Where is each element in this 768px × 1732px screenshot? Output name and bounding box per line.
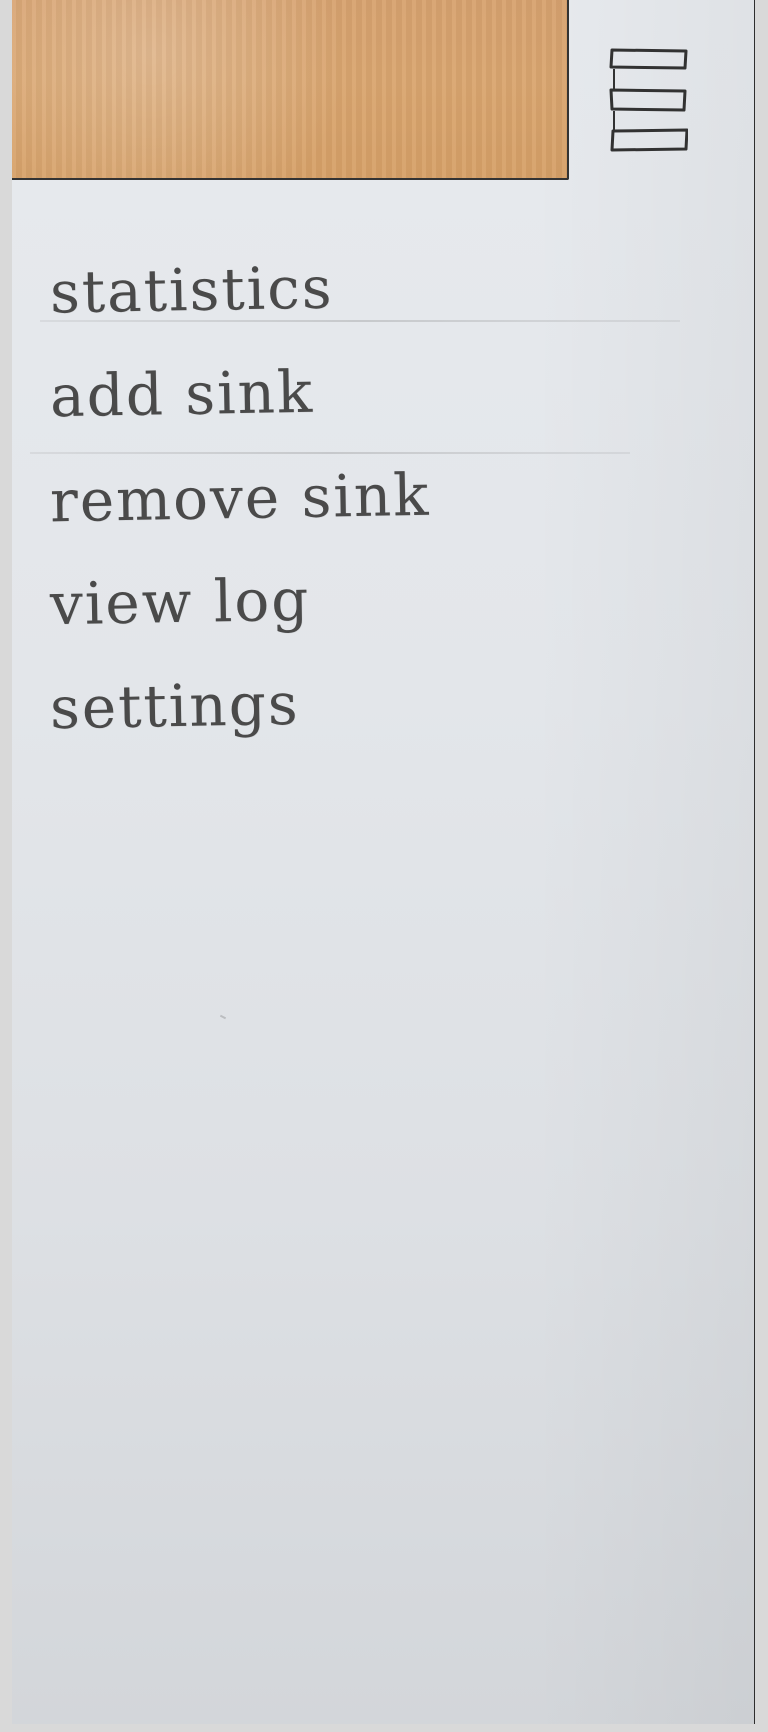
menu-item-statistics[interactable]: statistics [49, 238, 670, 342]
pencil-mark [219, 1014, 227, 1020]
drawer-header [12, 0, 569, 180]
navigation-menu: statistics add sink remove sink view log… [49, 238, 670, 758]
menu-item-add-sink[interactable]: add sink [49, 342, 670, 446]
app-screen: statistics add sink remove sink view log… [12, 0, 755, 1724]
hamburger-icon [609, 48, 689, 152]
menu-item-settings[interactable]: settings [49, 654, 670, 758]
menu-item-label: statistics [49, 253, 334, 327]
sketch-screen: statistics add sink remove sink view log… [0, 0, 768, 1732]
menu-item-view-log[interactable]: view log [49, 550, 670, 654]
menu-item-label: settings [49, 669, 301, 743]
menu-button[interactable] [608, 48, 689, 152]
menu-item-label: remove sink [49, 460, 431, 536]
menu-item-remove-sink[interactable]: remove sink [49, 446, 670, 550]
menu-item-label: view log [49, 565, 311, 639]
menu-item-label: add sink [49, 357, 315, 431]
